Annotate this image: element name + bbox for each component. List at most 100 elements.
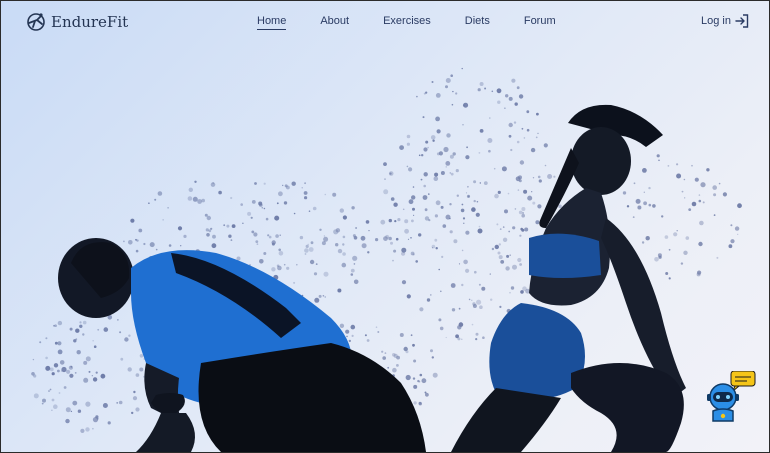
particle-dot <box>149 242 155 248</box>
particle-dot <box>70 410 73 413</box>
particle-dot <box>92 427 94 430</box>
particle-dot <box>93 345 97 349</box>
particle-dot <box>406 134 411 139</box>
particle-dot <box>397 218 401 222</box>
particle-dot <box>263 182 266 185</box>
particle-dot <box>162 219 164 221</box>
particle-dot <box>345 329 350 334</box>
particle-dot <box>500 260 505 264</box>
particle-dot <box>261 206 264 209</box>
particle-dot <box>277 265 282 271</box>
particle-dot <box>449 217 451 220</box>
particle-dot <box>698 241 703 247</box>
particle-dot <box>58 392 61 394</box>
particle-dot <box>425 140 429 144</box>
particle-dot <box>509 254 512 256</box>
particle-dot <box>445 166 447 168</box>
particle-dot <box>526 128 530 132</box>
brand-logo[interactable]: EndureFit <box>25 11 128 33</box>
particle-dot <box>681 190 684 193</box>
particle-dot <box>210 182 216 187</box>
particle-dot <box>488 149 491 153</box>
particle-dot <box>57 341 62 346</box>
particle-dot <box>251 200 256 204</box>
particle-dot <box>513 121 517 124</box>
particle-dot <box>532 201 536 205</box>
particle-dot <box>296 263 298 266</box>
particle-dot <box>323 236 329 242</box>
particle-dot <box>656 154 660 158</box>
particle-dot <box>76 350 81 355</box>
particle-dot <box>417 379 420 383</box>
particle-dot <box>293 212 296 215</box>
particle-dot <box>168 244 172 247</box>
particle-dot <box>293 281 296 284</box>
particle-dot <box>524 227 529 232</box>
particle-dot <box>124 337 129 342</box>
particle-dot <box>312 206 317 211</box>
particle-dot <box>39 341 42 344</box>
particle-dot <box>730 239 735 244</box>
particle-dot <box>521 213 525 218</box>
particle-dot <box>79 321 82 324</box>
particle-dot <box>508 96 513 101</box>
login-button[interactable]: Log in <box>701 14 749 28</box>
particle-dot <box>518 94 524 99</box>
particle-dot <box>477 88 481 92</box>
nav-link-about[interactable]: About <box>320 15 349 30</box>
particle-dot <box>128 240 133 245</box>
particle-dot <box>510 286 515 290</box>
nav-link-exercises[interactable]: Exercises <box>383 15 431 30</box>
particle-dot <box>383 162 387 166</box>
nav-link-diets[interactable]: Diets <box>465 15 490 30</box>
particle-dot <box>279 234 281 236</box>
particle-dot <box>323 271 329 277</box>
particle-dot <box>462 217 466 220</box>
particle-dot <box>247 211 252 216</box>
particle-dot <box>521 127 524 130</box>
particle-dot <box>532 177 535 179</box>
particle-dot <box>531 191 533 193</box>
particle-dot <box>388 218 392 223</box>
particle-dot <box>85 427 90 432</box>
particle-dot <box>713 193 717 197</box>
nav-link-home[interactable]: Home <box>257 15 287 30</box>
particle-dot <box>642 168 647 173</box>
particle-dot <box>102 403 108 408</box>
particle-dot <box>45 356 48 360</box>
particle-dot <box>449 203 452 206</box>
particle-dot <box>535 136 538 139</box>
particle-dot <box>318 294 322 298</box>
particle-dot <box>242 222 244 224</box>
particle-dot <box>658 255 662 259</box>
particle-dot <box>82 320 87 325</box>
particle-dot <box>33 393 39 399</box>
particle-dot <box>517 257 522 263</box>
particle-dot <box>430 135 436 140</box>
particle-dot <box>683 178 686 181</box>
particle-dot <box>463 259 468 265</box>
particle-dot <box>440 205 444 209</box>
particle-dot <box>506 254 510 258</box>
particle-dot <box>393 353 398 358</box>
particle-dot <box>283 201 288 205</box>
particle-dot <box>212 234 216 239</box>
particle-dot <box>413 384 418 389</box>
particle-dot <box>201 198 205 203</box>
particle-dot <box>352 255 358 261</box>
particle-dot <box>116 402 119 404</box>
particle-dot <box>413 359 417 363</box>
nav-link-forum[interactable]: Forum <box>524 15 556 30</box>
particle-dot <box>445 161 451 166</box>
particle-dot <box>367 251 370 254</box>
particle-dot <box>685 236 690 240</box>
particle-dot <box>462 124 464 126</box>
particle-dot <box>419 307 424 312</box>
female-athlete <box>451 104 686 452</box>
particle-dot <box>471 207 476 212</box>
particle-dot <box>387 366 390 369</box>
particle-dot <box>520 290 524 294</box>
particle-dot <box>434 238 438 242</box>
chatbot-launcher[interactable] <box>705 370 757 423</box>
particle-dot <box>59 360 65 365</box>
